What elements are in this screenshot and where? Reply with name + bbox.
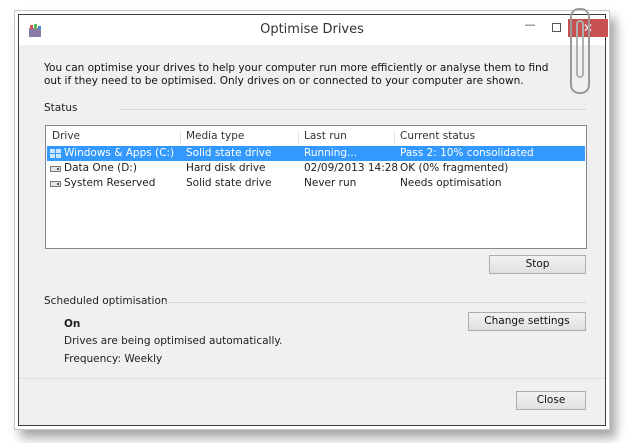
drive-row-d[interactable]: Data One (D:) Hard disk drive 02/09/2013… <box>47 161 585 176</box>
status-divider <box>121 109 586 110</box>
current-status: Pass 2: 10% consolidated <box>400 147 534 159</box>
change-settings-button[interactable]: Change settings <box>468 312 586 331</box>
current-status: OK (0% fragmented) <box>400 162 509 174</box>
media-type: Solid state drive <box>186 147 272 159</box>
drive-name: System Reserved <box>64 177 156 189</box>
paperclip-icon <box>570 8 590 94</box>
current-status: Needs optimisation <box>400 177 502 189</box>
drives-list-header: Drive Media type Last run Current status <box>46 126 586 144</box>
column-current-status[interactable]: Current status <box>394 130 584 144</box>
maximize-icon <box>551 23 561 32</box>
schedule-frequency: Frequency: Weekly <box>64 353 163 365</box>
last-run: Never run <box>304 177 357 189</box>
intro-text: You can optimise your drives to help you… <box>44 62 549 87</box>
minimize-button[interactable]: — <box>516 19 544 37</box>
title-bar[interactable]: Optimise Drives — ✕ <box>19 15 608 45</box>
hard-drive-icon <box>50 166 61 172</box>
drives-list[interactable]: Drive Media type Last run Current status… <box>45 125 587 249</box>
media-type: Solid state drive <box>186 177 272 189</box>
last-run: 02/09/2013 14:28 <box>304 162 399 174</box>
scheduled-divider <box>165 302 586 303</box>
drive-name: Data One (D:) <box>64 162 137 174</box>
schedule-description: Drives are being optimised automatically… <box>64 335 283 347</box>
column-last-run[interactable]: Last run <box>298 130 394 144</box>
windows-drive-icon <box>50 149 61 158</box>
schedule-state: On <box>64 318 81 330</box>
scheduled-group-label: Scheduled optimisation <box>44 295 168 307</box>
hard-drive-icon <box>50 181 61 187</box>
status-group-label: Status <box>44 102 78 114</box>
drive-row-c[interactable]: Windows & Apps (C:) Solid state drive Ru… <box>47 146 585 161</box>
maximize-button[interactable] <box>544 19 568 37</box>
drive-name: Windows & Apps (C:) <box>64 147 175 159</box>
stop-button[interactable]: Stop <box>489 255 586 274</box>
paperclip-inner <box>576 20 584 78</box>
dialog-footer: Close <box>19 378 605 425</box>
last-run: Running... <box>304 147 358 159</box>
drive-row-system-reserved[interactable]: System Reserved Solid state drive Never … <box>47 176 585 191</box>
column-media-type[interactable]: Media type <box>180 130 298 144</box>
media-type: Hard disk drive <box>186 162 266 174</box>
close-button[interactable]: Close <box>516 391 586 410</box>
column-drive[interactable]: Drive <box>47 130 180 144</box>
screenshot-frame: Optimise Drives — ✕ You can optimise you… <box>14 10 610 430</box>
optimise-drives-window: Optimise Drives — ✕ You can optimise you… <box>18 14 608 426</box>
